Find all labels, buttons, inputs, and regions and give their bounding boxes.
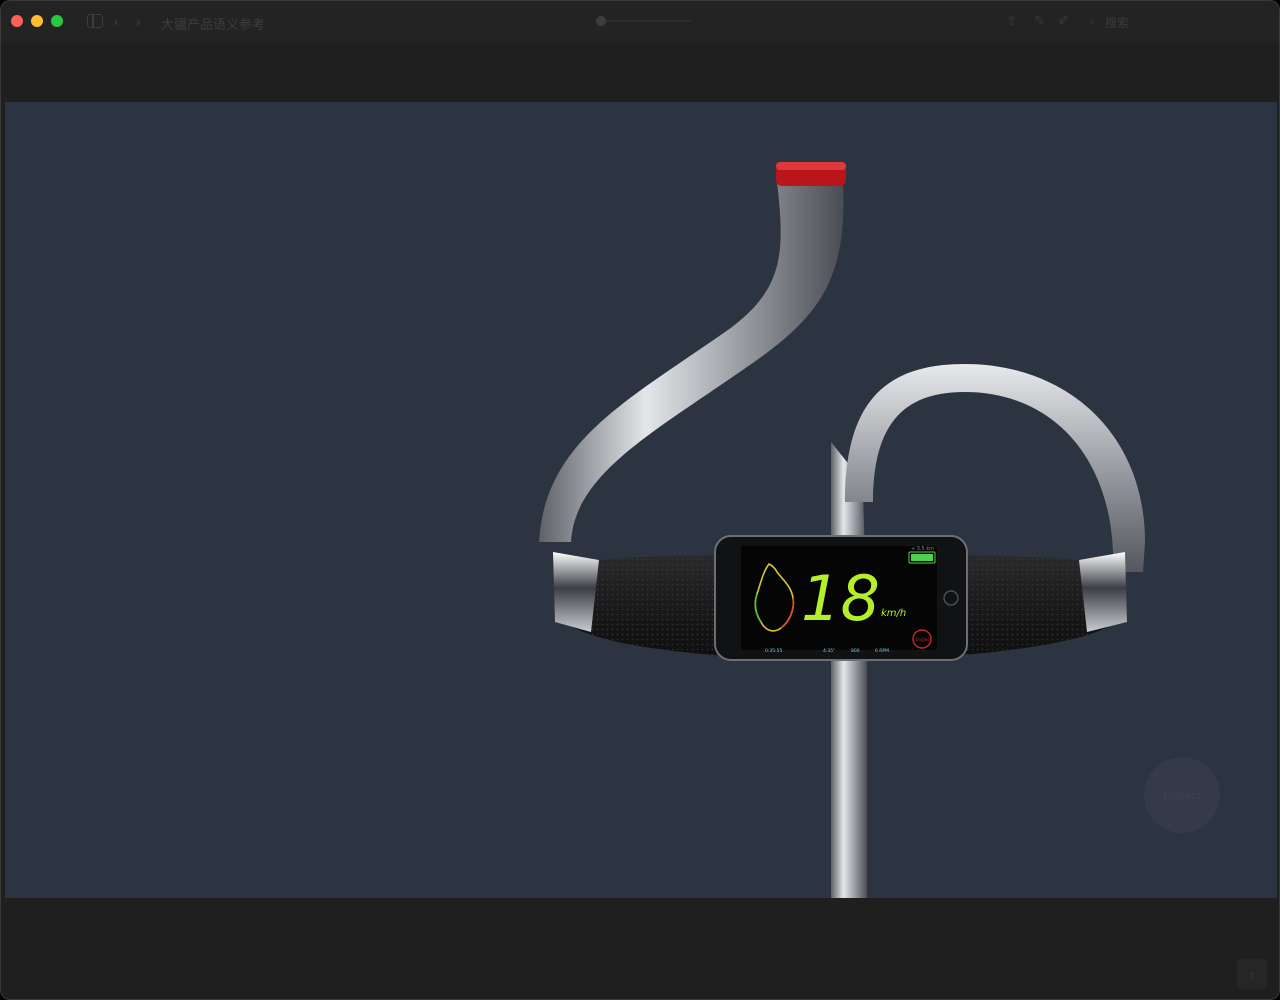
speed-unit: km/h [881,608,906,619]
search-field-label[interactable]: 搜索 [1105,14,1129,31]
image-canvas: 18 km/h + 3.5 km Engine 0:35:55 4:35" 80… [5,102,1277,898]
left-chrome-cap [553,552,599,632]
distance-readout: + 3.5 km [911,546,934,552]
preview-window: ‹ › 大疆产品语义参考 ⇪ ✎ ✐ ⌕ 搜索 18 km/h + 3.5 km… [0,0,1280,1000]
share-icon[interactable]: ⇪ [1006,13,1017,29]
stat-time: 0:35:55 [765,648,782,654]
collect-button[interactable]: Collect [1144,757,1220,833]
stat-pace: 4:35" [823,648,835,654]
sidebar-icon[interactable] [87,14,103,28]
zoom-window-button[interactable] [51,15,63,27]
window-title: 大疆产品语义参考 [161,17,266,32]
scroll-top-button[interactable]: ↑ [1237,959,1267,989]
left-s-tube [539,182,844,542]
speed-value: 18 [801,562,880,635]
page-slider[interactable] [596,16,691,26]
stat-cadence: 6 RPM [875,648,889,654]
markup-icon[interactable]: ✐ [1058,13,1069,29]
pen-icon[interactable]: ✎ [1034,13,1045,29]
chevron-left-icon[interactable]: ‹ [114,13,119,29]
stem-tube [831,442,867,898]
minimize-window-button[interactable] [31,15,43,27]
handlebar-render: 18 km/h + 3.5 km Engine 0:35:55 4:35" 80… [539,162,1145,898]
right-chrome-cap [1079,552,1127,632]
close-window-button[interactable] [11,15,23,27]
chevron-right-icon[interactable]: › [136,13,141,29]
search-icon[interactable]: ⌕ [1089,13,1096,29]
page-slider-thumb[interactable] [596,16,606,26]
bottom-bar [1,898,1279,999]
engine-label: Engine [916,637,930,642]
stat-elevation: 800 [851,648,860,654]
title-bar: ‹ › 大疆产品语义参考 ⇪ ✎ ✐ ⌕ 搜索 [1,1,1279,43]
